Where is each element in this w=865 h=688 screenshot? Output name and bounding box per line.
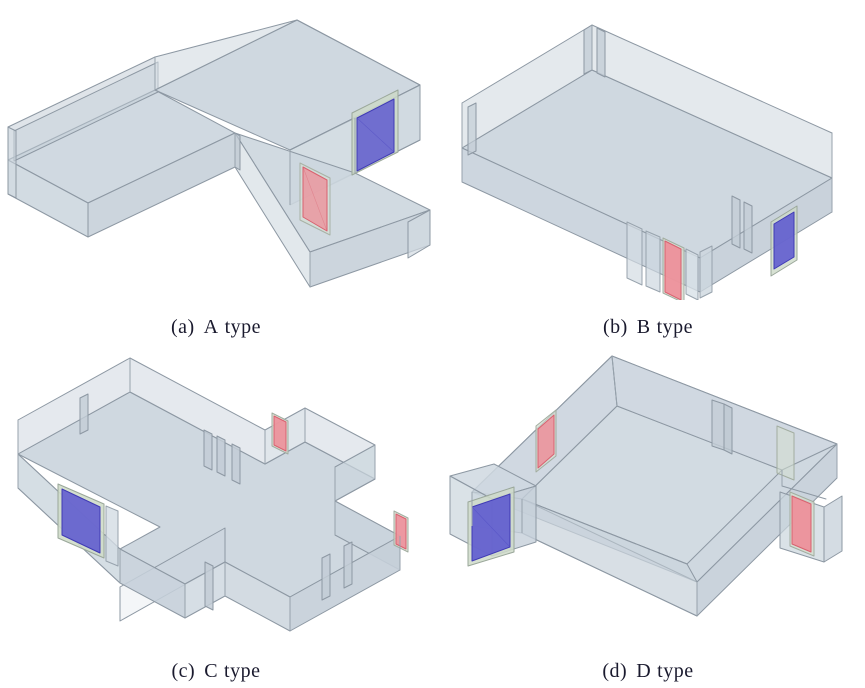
column-c4 — [79, 393, 89, 435]
opening-frame-left-c — [105, 505, 119, 567]
caption-d-letter: D — [636, 660, 652, 682]
diagram-d-type — [449, 355, 843, 617]
caption-d-word: type — [657, 660, 694, 682]
caption-c-tag: (c) — [171, 660, 196, 682]
wall-interior-vertical — [234, 132, 241, 171]
facade-panel-red-frame-d3 — [776, 425, 795, 481]
opening-frame-4-b — [699, 245, 713, 299]
caption-c: (c) Ctype — [0, 658, 432, 688]
figure-grid: (a) Atype (b) B type (c) C type (d) D ty… — [0, 0, 865, 688]
column-left-1 — [467, 102, 477, 156]
opening-frame-2-b — [645, 230, 661, 293]
caption-a-letter: A — [203, 316, 219, 338]
column-right-1 — [731, 195, 741, 249]
column-d1 — [711, 399, 725, 451]
wall-end-west — [7, 126, 17, 199]
column-d2 — [723, 403, 733, 455]
facade-panel-red-b[interactable] — [664, 240, 682, 300]
figure-panel-b: (b) Btype — [432, 0, 864, 344]
caption-d-tag: (d) — [602, 660, 628, 682]
column-right-2 — [743, 201, 753, 254]
bay-right-side-d — [823, 495, 843, 563]
column-c6 — [321, 553, 331, 601]
facade-panel-red-c1[interactable] — [273, 415, 287, 452]
column-c3 — [231, 443, 241, 485]
caption-a: (a) Atype — [0, 314, 432, 344]
caption-c-letter: C — [204, 660, 219, 682]
caption-b-word: type — [656, 316, 694, 338]
caption-b-tag: (b) — [602, 316, 628, 338]
caption-c-word: type — [224, 660, 261, 682]
column-c7 — [343, 541, 353, 589]
caption-b: (b) Btype — [432, 314, 864, 344]
column-c2 — [216, 435, 226, 477]
caption-a-tag: (a) — [170, 316, 195, 338]
diagram-c-type — [17, 357, 409, 632]
diagram-b-type — [461, 24, 833, 300]
column-back-2 — [596, 27, 606, 78]
facade-panel-blue-c[interactable] — [61, 488, 101, 554]
column-back-1 — [583, 24, 593, 75]
facade-panel-red-c2[interactable] — [395, 513, 407, 550]
opening-frame-1-b — [626, 221, 643, 286]
opening-frame-3-b — [685, 248, 699, 300]
column-c5 — [204, 561, 214, 611]
caption-b-letter: B — [636, 316, 651, 338]
diagram-a-type — [7, 19, 431, 288]
column-c1 — [203, 429, 213, 471]
facade-panel-red-d1[interactable] — [791, 495, 812, 553]
caption-d: (d) Dtype — [432, 658, 864, 688]
figure-panel-d: (d) Dtype — [432, 344, 864, 688]
figure-panel-a: (a) Atype — [0, 0, 432, 344]
caption-a-word: type — [224, 316, 262, 338]
figure-panel-c: (c) Ctype — [0, 344, 432, 688]
